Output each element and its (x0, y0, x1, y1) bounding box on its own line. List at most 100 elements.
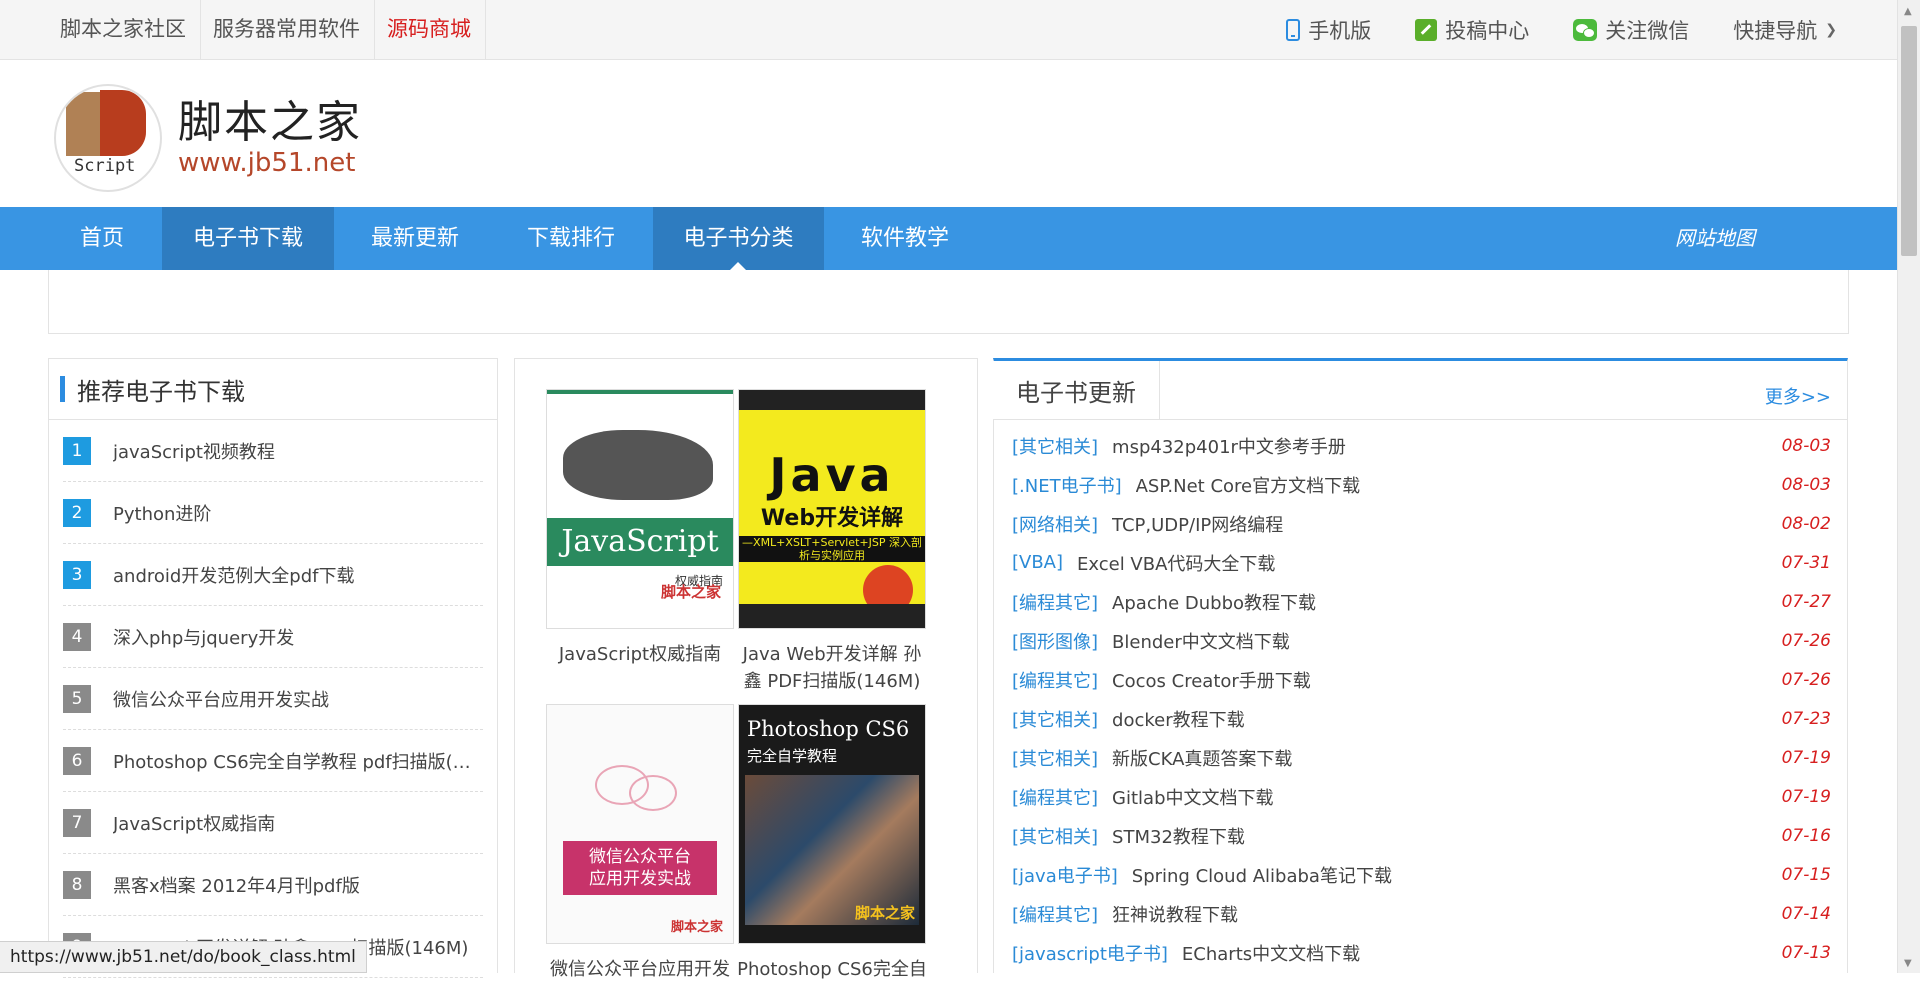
scroll-down-icon[interactable]: ▼ (1904, 958, 1912, 969)
update-category-link[interactable]: [javascript电子书] (1012, 940, 1168, 966)
update-row[interactable]: [javascript电子书] ECharts中文文档下载 07-13 (1012, 933, 1831, 972)
nav-home[interactable]: 首页 (58, 207, 146, 270)
update-row[interactable]: [编程其它] Apache Dubbo教程下载 07-27 (1012, 582, 1831, 621)
wechat-link[interactable]: 关注微信 (1573, 15, 1689, 45)
update-date: 07-27 (1781, 591, 1831, 612)
book-caption[interactable]: 微信公众平台应用开发 (545, 956, 735, 983)
nav-ranking[interactable]: 下载排行 (508, 207, 634, 270)
list-item[interactable]: 4 深入php与jquery开发 (63, 606, 483, 668)
update-category-link[interactable]: [其它相关] (1012, 823, 1098, 849)
book-caption[interactable]: JavaScript权威指南 (545, 641, 735, 668)
book-card[interactable]: JavaScript 权威指南 脚本之家 JavaScript权威指南 (545, 389, 735, 668)
update-row[interactable]: [.NET电子书] ASP.Net Core官方文档下载 08-03 (1012, 465, 1831, 504)
update-category-link[interactable]: [其它相关] (1012, 433, 1098, 459)
list-item[interactable]: 3 android开发范例大全pdf下载 (63, 544, 483, 606)
update-category-link[interactable]: [其它相关] (1012, 706, 1098, 732)
quick-nav-dropdown[interactable]: 快捷导航 ❯ (1733, 15, 1837, 45)
update-date: 07-26 (1781, 630, 1831, 651)
update-row[interactable]: [编程其它] Gitlab中文文档下载 07-19 (1012, 777, 1831, 816)
updates-title: 电子书更新 (993, 361, 1160, 419)
update-date: 07-16 (1781, 825, 1831, 846)
mobile-label: 手机版 (1308, 18, 1372, 43)
update-row[interactable]: [VBA] Excel VBA代码大全下载 07-31 (1012, 543, 1831, 582)
update-category-link[interactable]: [VBA] (1012, 552, 1063, 573)
contribute-link[interactable]: 投稿中心 (1415, 15, 1529, 45)
book-cover-image[interactable]: 微信公众平台 应用开发实战 脚本之家 (546, 704, 734, 944)
ad-banner-area (48, 270, 1849, 334)
book-cover-image[interactable]: JavaScript 权威指南 脚本之家 (546, 389, 734, 629)
update-title-link[interactable]: Apache Dubbo教程下载 (1112, 589, 1782, 615)
update-title-link[interactable]: msp432p401r中文参考手册 (1112, 433, 1782, 459)
update-title-link[interactable]: STM32教程下载 (1112, 823, 1782, 849)
update-title-link[interactable]: TCP,UDP/IP网络编程 (1112, 511, 1782, 537)
active-caret-icon (730, 262, 746, 270)
wechat-label: 关注微信 (1605, 18, 1690, 43)
update-row[interactable]: [其它相关] msp432p401r中文参考手册 08-03 (1012, 426, 1831, 465)
update-title-link[interactable]: Gitlab中文文档下载 (1112, 784, 1782, 810)
book-caption[interactable]: Java Web开发详解 孙鑫 PDF扫描版(146M) (737, 641, 927, 695)
updates-list: [其它相关] msp432p401r中文参考手册 08-03 [.NET电子书] ASP… (994, 420, 1847, 972)
update-title-link[interactable]: Spring Cloud Alibaba笔记下载 (1132, 862, 1782, 888)
update-title-link[interactable]: ECharts中文文档下载 (1182, 940, 1782, 966)
update-row[interactable]: [网络相关] TCP,UDP/IP网络编程 08-02 (1012, 504, 1831, 543)
update-title-link[interactable]: ASP.Net Core官方文档下载 (1136, 472, 1782, 498)
list-item[interactable]: 1 javaScript视频教程 (63, 420, 483, 482)
update-title-link[interactable]: 新版CKA真题答案下载 (1112, 745, 1782, 771)
update-category-link[interactable]: [java电子书] (1012, 862, 1118, 888)
server-software-link[interactable]: 服务器常用软件 (201, 0, 375, 59)
update-category-link[interactable]: [其它相关] (1012, 745, 1098, 771)
nav-ebook-download[interactable]: 电子书下载 (162, 207, 334, 270)
vertical-scrollbar[interactable]: ▲ ▼ (1897, 0, 1920, 973)
book-cover-image[interactable]: Java Web开发详解 —XML+XSLT+Servlet+JSP 深入剖析与… (738, 389, 926, 629)
sitemap-link[interactable]: 网站地图 (1675, 207, 1755, 270)
update-category-link[interactable]: [编程其它] (1012, 667, 1098, 693)
update-category-link[interactable]: [编程其它] (1012, 784, 1098, 810)
source-shop-link[interactable]: 源码商城 (375, 0, 486, 59)
update-row[interactable]: [其它相关] STM32教程下载 07-16 (1012, 816, 1831, 855)
update-date: 07-19 (1781, 747, 1831, 768)
update-title-link[interactable]: docker教程下载 (1112, 706, 1782, 732)
update-title-link[interactable]: Blender中文文档下载 (1112, 628, 1782, 654)
book-card[interactable]: 微信公众平台 应用开发实战 脚本之家 微信公众平台应用开发 (545, 704, 735, 983)
update-row[interactable]: [图形图像] Blender中文文档下载 07-26 (1012, 621, 1831, 660)
book-cover-image[interactable]: Photoshop CS6 完全自学教程 脚本之家 (738, 704, 926, 944)
book-card[interactable]: Java Web开发详解 —XML+XSLT+Servlet+JSP 深入剖析与… (737, 389, 927, 695)
update-row[interactable]: [java电子书] Spring Cloud Alibaba笔记下载 07-15 (1012, 855, 1831, 894)
update-category-link[interactable]: [编程其它] (1012, 589, 1098, 615)
nav-latest[interactable]: 最新更新 (352, 207, 478, 270)
update-date: 07-13 (1781, 942, 1831, 963)
update-title-link[interactable]: Cocos Creator手册下载 (1112, 667, 1782, 693)
update-category-link[interactable]: [网络相关] (1012, 511, 1098, 537)
scrollbar-thumb[interactable] (1901, 26, 1917, 256)
update-date: 07-19 (1781, 786, 1831, 807)
list-item[interactable]: 6Photoshop CS6完全自学教程 pdf扫描版(杰诚文化) (63, 730, 483, 792)
list-item[interactable]: 5 微信公众平台应用开发实战 (63, 668, 483, 730)
update-row[interactable]: [其它相关] docker教程下载 07-23 (1012, 699, 1831, 738)
list-item[interactable]: 2 Python进阶 (63, 482, 483, 544)
update-row[interactable]: [其它相关] 新版CKA真题答案下载 07-19 (1012, 738, 1831, 777)
more-link[interactable]: 更多>> (1765, 383, 1831, 409)
recommend-title: 推荐电子书下载 (77, 377, 245, 406)
top-right-links: 手机版 投稿中心 关注微信 快捷导航 ❯ (1286, 0, 1837, 59)
nav-software-tutorial[interactable]: 软件教学 (842, 207, 968, 270)
site-domain: www.jb51.net (178, 148, 356, 178)
site-name: 脚本之家 (178, 97, 362, 148)
update-date: 08-03 (1781, 474, 1831, 495)
nav-ebook-category[interactable]: 电子书分类 (653, 207, 824, 270)
list-item[interactable]: 7 JavaScript权威指南 (63, 792, 483, 854)
update-category-link[interactable]: [编程其它] (1012, 901, 1098, 927)
list-item[interactable]: 8 黑客x档案 2012年4月刊pdf版 (63, 854, 483, 916)
book-card[interactable]: Photoshop CS6 完全自学教程 脚本之家 Photoshop CS6完… (737, 704, 927, 983)
community-link[interactable]: 脚本之家社区 (48, 0, 201, 59)
recommend-list: 1 javaScript视频教程 2 Python进阶 3 android开发范例大全… (49, 420, 497, 978)
scroll-up-icon[interactable]: ▲ (1904, 6, 1912, 17)
mobile-link[interactable]: 手机版 (1286, 15, 1371, 45)
book-caption[interactable]: Photoshop CS6完全自 (737, 956, 927, 983)
update-row[interactable]: [编程其它] 狂神说教程下载 07-14 (1012, 894, 1831, 933)
update-title-link[interactable]: 狂神说教程下载 (1112, 901, 1782, 927)
update-title-link[interactable]: Excel VBA代码大全下载 (1077, 550, 1782, 576)
update-row[interactable]: [编程其它] Cocos Creator手册下载 07-26 (1012, 660, 1831, 699)
update-category-link[interactable]: [.NET电子书] (1012, 472, 1122, 498)
update-category-link[interactable]: [图形图像] (1012, 628, 1098, 654)
site-logo[interactable]: Script 脚本之家 www.jb51.net (54, 84, 362, 192)
